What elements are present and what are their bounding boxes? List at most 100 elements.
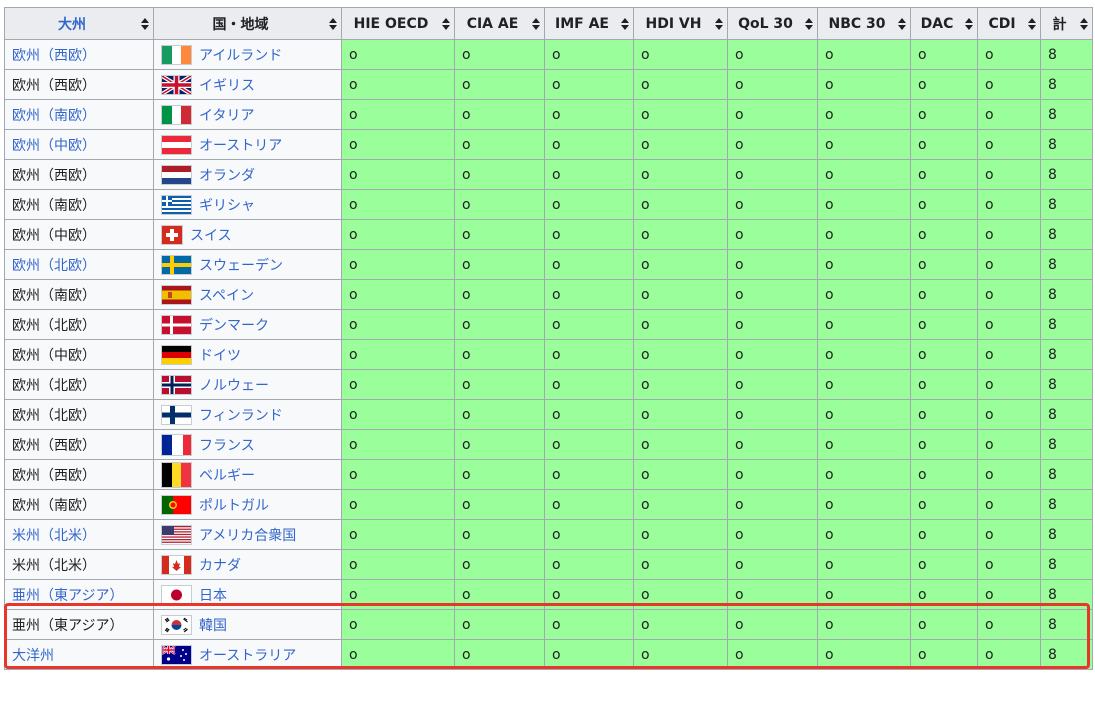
country-cell[interactable]: ノルウェー — [153, 369, 342, 400]
country-cell[interactable]: イギリス — [153, 69, 342, 100]
country-cell[interactable]: オーストリア — [153, 129, 342, 160]
country-label[interactable]: カナダ — [199, 555, 241, 575]
country-cell[interactable]: 韓国 — [153, 609, 342, 640]
continent-label[interactable]: 米州（北米） — [12, 528, 96, 544]
finland-flag-icon[interactable] — [161, 404, 192, 425]
country-cell[interactable]: アイルランド — [153, 39, 342, 70]
column-header-5[interactable]: HDI VH — [633, 7, 728, 40]
continent-label[interactable]: 欧州（北欧） — [12, 258, 96, 274]
country-cell[interactable]: フランス — [153, 429, 342, 460]
country-label[interactable]: スイス — [190, 225, 232, 245]
france-flag-icon[interactable] — [161, 433, 192, 456]
italy-flag-icon[interactable] — [161, 104, 192, 125]
austria-flag-icon[interactable] — [161, 134, 192, 155]
column-header-3[interactable]: CIA AE — [454, 7, 545, 40]
continent-label[interactable]: 欧州（中欧） — [12, 138, 96, 154]
continent-cell[interactable]: 大洋州 — [4, 639, 154, 670]
column-header-7[interactable]: NBC 30 — [817, 7, 911, 40]
continent-label[interactable]: 欧州（南欧） — [12, 108, 96, 124]
country-cell[interactable]: 日本 — [153, 579, 342, 610]
country-label[interactable]: 日本 — [199, 585, 227, 605]
country-cell[interactable]: アメリカ合衆国 — [153, 519, 342, 550]
netherlands-flag-icon[interactable] — [161, 164, 192, 185]
continent-cell[interactable]: 欧州（西欧） — [4, 39, 154, 70]
continent-cell[interactable]: 欧州（北欧） — [4, 249, 154, 280]
continent-label[interactable]: 大洋州 — [12, 648, 54, 664]
continent-label[interactable]: 亜州（東アジア） — [12, 588, 123, 604]
country-label[interactable]: フィンランド — [199, 405, 283, 425]
switzerland-flag-icon[interactable] — [161, 224, 183, 245]
column-header-6[interactable]: QoL 30 — [727, 7, 818, 40]
continent-cell[interactable]: 欧州（南欧） — [4, 99, 154, 130]
country-label[interactable]: ギリシャ — [199, 195, 255, 215]
column-header-8[interactable]: DAC — [910, 7, 978, 40]
sort-icon[interactable] — [715, 17, 723, 30]
country-label[interactable]: アイルランド — [199, 45, 282, 65]
country-cell[interactable]: ポルトガル — [153, 489, 342, 520]
country-label[interactable]: イギリス — [199, 75, 255, 95]
australia-flag-icon[interactable] — [161, 644, 192, 665]
country-cell[interactable]: スペイン — [153, 279, 342, 310]
sort-icon[interactable] — [1028, 17, 1036, 30]
country-label[interactable]: オランダ — [199, 165, 255, 185]
country-label[interactable]: デンマーク — [199, 315, 269, 335]
column-header-2[interactable]: HIE OECD — [341, 7, 455, 40]
country-label[interactable]: ドイツ — [199, 345, 241, 365]
country-label[interactable]: スペイン — [199, 285, 254, 305]
country-cell[interactable]: オランダ — [153, 159, 342, 190]
column-header-9[interactable]: CDI — [977, 7, 1041, 40]
germany-flag-icon[interactable] — [161, 344, 192, 365]
country-label[interactable]: スウェーデン — [199, 255, 283, 275]
denmark-flag-icon[interactable] — [161, 314, 192, 335]
continent-cell[interactable]: 米州（北米） — [4, 519, 154, 550]
uk-flag-icon[interactable] — [161, 74, 192, 95]
sort-icon[interactable] — [621, 17, 629, 30]
country-cell[interactable]: ドイツ — [153, 339, 342, 370]
sort-icon[interactable] — [329, 17, 337, 30]
country-label[interactable]: 韓国 — [199, 615, 227, 635]
country-cell[interactable]: デンマーク — [153, 309, 342, 340]
country-cell[interactable]: ギリシャ — [153, 189, 342, 220]
country-cell[interactable]: イタリア — [153, 99, 342, 130]
sort-icon[interactable] — [532, 17, 540, 30]
sort-icon[interactable] — [141, 17, 149, 30]
country-label[interactable]: ノルウェー — [199, 375, 269, 395]
continent-cell[interactable]: 欧州（中欧） — [4, 129, 154, 160]
country-label[interactable]: ベルギー — [199, 465, 255, 485]
canada-flag-icon[interactable] — [161, 554, 192, 575]
sort-icon[interactable] — [1080, 17, 1088, 30]
ireland-flag-icon[interactable] — [161, 44, 192, 65]
south-korea-flag-icon[interactable] — [161, 614, 192, 635]
continent-label[interactable]: 欧州（西欧） — [12, 48, 96, 64]
column-header-4[interactable]: IMF AE — [544, 7, 634, 40]
norway-flag-icon[interactable] — [161, 374, 192, 395]
country-cell[interactable]: スイス — [153, 219, 342, 250]
country-cell[interactable]: ベルギー — [153, 459, 342, 490]
sort-icon[interactable] — [965, 17, 973, 30]
spain-flag-icon[interactable] — [161, 284, 192, 305]
sort-icon[interactable] — [805, 17, 813, 30]
country-label[interactable]: アメリカ合衆国 — [199, 525, 296, 545]
japan-flag-icon[interactable] — [161, 584, 192, 605]
country-cell[interactable]: スウェーデン — [153, 249, 342, 280]
country-label[interactable]: オーストリア — [199, 135, 282, 155]
country-label[interactable]: イタリア — [199, 105, 254, 125]
country-cell[interactable]: オーストラリア — [153, 639, 342, 670]
country-label[interactable]: フランス — [199, 435, 255, 455]
sort-icon[interactable] — [898, 17, 906, 30]
continent-cell[interactable]: 亜州（東アジア） — [4, 579, 154, 610]
column-header-10[interactable]: 計 — [1040, 7, 1093, 40]
total-cell: 8 — [1040, 39, 1093, 70]
usa-flag-icon[interactable] — [161, 524, 192, 545]
column-header-1[interactable]: 国・地域 — [153, 7, 342, 40]
column-header-0[interactable]: 大州 — [4, 7, 154, 40]
country-label[interactable]: ポルトガル — [199, 495, 269, 515]
country-cell[interactable]: カナダ — [153, 549, 342, 580]
country-cell[interactable]: フィンランド — [153, 399, 342, 430]
sweden-flag-icon[interactable] — [161, 254, 192, 275]
country-label[interactable]: オーストラリア — [199, 645, 296, 665]
sort-icon[interactable] — [442, 17, 450, 30]
belgium-flag-icon[interactable] — [161, 461, 192, 488]
greece-flag-icon[interactable] — [161, 194, 192, 215]
portugal-flag-icon[interactable] — [161, 494, 192, 515]
